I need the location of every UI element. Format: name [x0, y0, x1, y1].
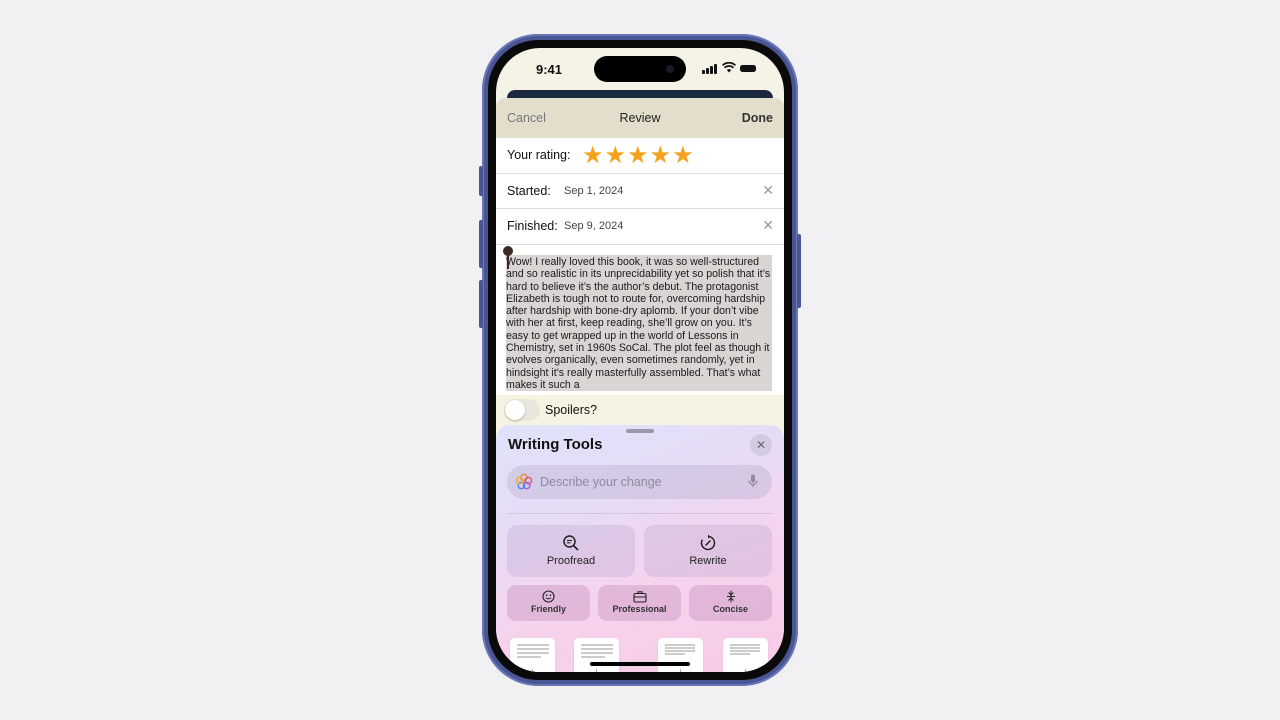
format-table-thumbnail[interactable]: ↓	[723, 638, 768, 672]
cellular-signal-icon	[702, 64, 717, 74]
describe-change-input[interactable]: Describe your change	[507, 465, 772, 499]
review-text-area[interactable]: Wow! I really loved this book, it was so…	[496, 245, 784, 395]
compress-icon	[689, 590, 772, 603]
rating-row: Your rating: ★ ★ ★ ★ ★	[496, 138, 784, 174]
finished-label: Finished:	[507, 219, 558, 233]
format-summary-thumbnail[interactable]: ↓	[510, 638, 555, 672]
dynamic-island	[594, 56, 686, 82]
nav-bar: Cancel Review Done	[496, 98, 784, 138]
rewrite-label: Rewrite	[689, 555, 727, 567]
divider	[507, 513, 773, 514]
close-icon: ✕	[755, 438, 767, 452]
sheet-grabber[interactable]	[626, 429, 654, 433]
selection-handle[interactable]	[503, 246, 513, 256]
concise-button[interactable]: Concise	[689, 585, 772, 621]
clock: 9:41	[536, 62, 563, 77]
spoilers-label: Spoilers?	[545, 403, 598, 417]
proofread-label: Proofread	[546, 555, 596, 567]
format-key-points-thumbnail[interactable]: ↓	[574, 638, 619, 672]
star-icon[interactable]: ★	[627, 143, 649, 169]
friendly-button[interactable]: Friendly	[507, 585, 590, 621]
microphone-icon[interactable]	[748, 474, 758, 491]
writing-tools-sheet: Writing Tools ✕ Describe your change Pro…	[496, 425, 784, 672]
camera-icon	[666, 65, 674, 73]
rating-label: Your rating:	[507, 148, 571, 162]
star-icon[interactable]: ★	[582, 143, 604, 169]
done-button[interactable]: Done	[742, 111, 773, 125]
action-button	[479, 166, 483, 196]
spoilers-toggle[interactable]	[504, 399, 540, 421]
star-icon[interactable]: ★	[605, 143, 627, 169]
briefcase-icon	[598, 590, 681, 603]
clear-finished-icon[interactable]: ✕	[762, 217, 774, 234]
power-button	[797, 234, 801, 308]
volume-up-button	[479, 220, 483, 268]
arrow-down-icon: ↓	[678, 666, 683, 672]
rewrite-icon	[644, 534, 772, 552]
concise-label: Concise	[712, 604, 748, 614]
proofread-button[interactable]: Proofread	[507, 525, 635, 577]
review-text[interactable]: Wow! I really loved this book, it was so…	[506, 256, 772, 391]
started-label: Started:	[507, 184, 551, 198]
star-icon[interactable]: ★	[672, 143, 694, 169]
professional-label: Professional	[612, 604, 667, 614]
volume-down-button	[479, 280, 483, 328]
format-list-thumbnail[interactable]: ↓	[658, 638, 703, 672]
close-button[interactable]: ✕	[750, 434, 772, 456]
star-icon[interactable]: ★	[650, 143, 672, 169]
arrow-down-icon: ↓	[594, 666, 599, 672]
finished-date[interactable]: Sep 9, 2024	[564, 220, 623, 232]
screen: 9:41 Cancel Review Done Your rating: ★ ★…	[496, 48, 784, 672]
wifi-icon	[721, 61, 737, 76]
proofread-icon	[507, 534, 635, 552]
toggle-knob	[505, 400, 525, 420]
battery-icon	[740, 65, 756, 72]
started-row: Started: Sep 1, 2024 ✕	[496, 174, 784, 209]
finished-row: Finished: Sep 9, 2024 ✕	[496, 209, 784, 245]
home-indicator[interactable]	[590, 662, 690, 666]
spoilers-row: Spoilers?	[496, 395, 784, 425]
clear-started-icon[interactable]: ✕	[762, 182, 774, 199]
star-rating[interactable]: ★ ★ ★ ★ ★	[582, 143, 694, 169]
status-bar: 9:41	[496, 48, 784, 92]
friendly-label: Friendly	[530, 604, 566, 614]
writing-tools-title: Writing Tools	[508, 436, 603, 453]
smiley-icon	[507, 590, 590, 603]
phone-frame: 9:41 Cancel Review Done Your rating: ★ ★…	[479, 34, 801, 686]
rewrite-button[interactable]: Rewrite	[644, 525, 772, 577]
describe-change-placeholder: Describe your change	[540, 475, 662, 489]
started-date[interactable]: Sep 1, 2024	[564, 185, 623, 197]
arrow-down-icon: ↓	[530, 666, 535, 672]
apple-intelligence-icon	[515, 473, 533, 490]
professional-button[interactable]: Professional	[598, 585, 681, 621]
arrow-down-icon: ↓	[743, 666, 748, 672]
